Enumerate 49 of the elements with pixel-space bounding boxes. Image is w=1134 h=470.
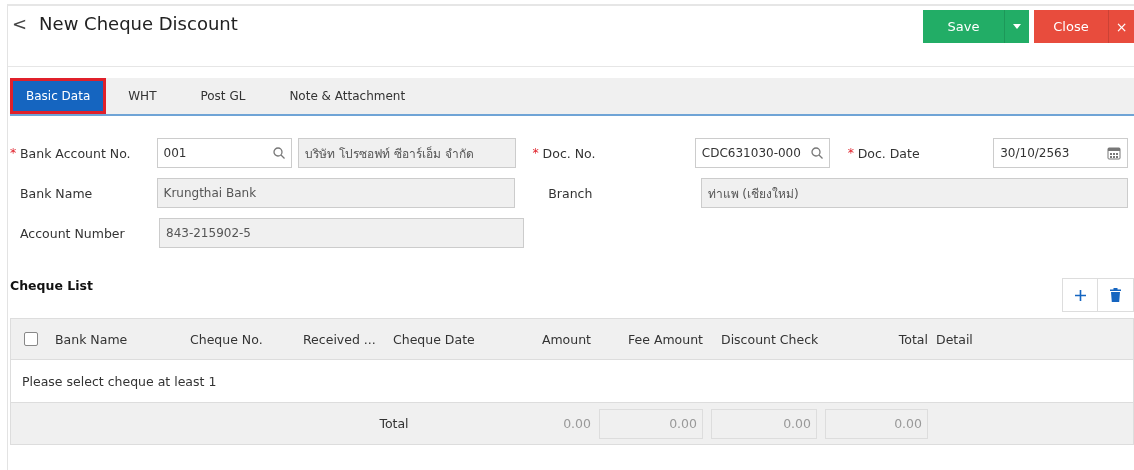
total-label: Total (379, 416, 409, 431)
input-field: 843-215902-5 (159, 218, 524, 248)
dropdown-button[interactable] (1004, 10, 1029, 43)
plus-icon (1074, 289, 1086, 301)
tab[interactable]: Basic Data (10, 78, 107, 114)
empty-message: Please select cheque at least 1 (22, 373, 217, 389)
column-header: Detail (936, 331, 973, 347)
field-label: Account Number (19, 225, 126, 241)
tab[interactable]: Post GL (178, 78, 268, 114)
page-title: New Cheque Discount (39, 13, 238, 34)
input-field: บริษัท โปรซอฟท์ ซีอาร์เอ็ม จำกัด (298, 138, 516, 168)
column-header: Cheque Date (393, 331, 475, 347)
close-icon-button[interactable]: × (1108, 10, 1134, 43)
column-header: Cheque No. (190, 331, 263, 347)
field-label: Branch (547, 185, 594, 201)
section-title: Cheque List (10, 277, 93, 293)
checkbox[interactable] (24, 332, 38, 346)
search-icon (810, 147, 823, 159)
field-label: Doc. Date (857, 145, 920, 161)
total-field: 0.00 (599, 408, 703, 439)
field-label: Doc. No. (542, 145, 596, 161)
date-field[interactable]: 30/10/2563 (993, 138, 1128, 168)
tab[interactable]: Note & Attachment (267, 78, 428, 114)
search-icon (273, 147, 286, 159)
column-header: Received ... (303, 331, 376, 347)
total-field: 0.00 (711, 408, 817, 439)
input-field: ท่าแพ (เชียงใหม่) (700, 178, 1128, 208)
total-field: 0.00 (825, 408, 928, 439)
input-field[interactable]: 001 (156, 138, 293, 168)
required-mark: * (10, 144, 17, 160)
delete-button[interactable] (1098, 278, 1134, 312)
required-mark: * (847, 144, 854, 160)
close-button[interactable]: Close (1034, 10, 1108, 43)
column-header: Discount Check (721, 331, 819, 347)
total-value: 0.00 (563, 416, 591, 431)
tab[interactable]: WHT (106, 78, 179, 114)
column-header: Fee Amount (628, 331, 703, 347)
calendar-icon (1107, 146, 1121, 160)
column-header: Bank Name (55, 331, 128, 347)
input-field[interactable]: CDC631030-000 (694, 138, 830, 168)
caret-icon (1013, 24, 1021, 29)
required-mark: * (532, 144, 539, 160)
back-button[interactable]: < (12, 13, 28, 34)
column-header: Total (898, 331, 928, 347)
field-label: Bank Name (19, 185, 94, 201)
column-header: Amount (541, 331, 591, 347)
input-field: Krungthai Bank (156, 178, 516, 208)
field-label: Bank Account No. (20, 145, 131, 161)
trash-icon (1110, 288, 1121, 302)
